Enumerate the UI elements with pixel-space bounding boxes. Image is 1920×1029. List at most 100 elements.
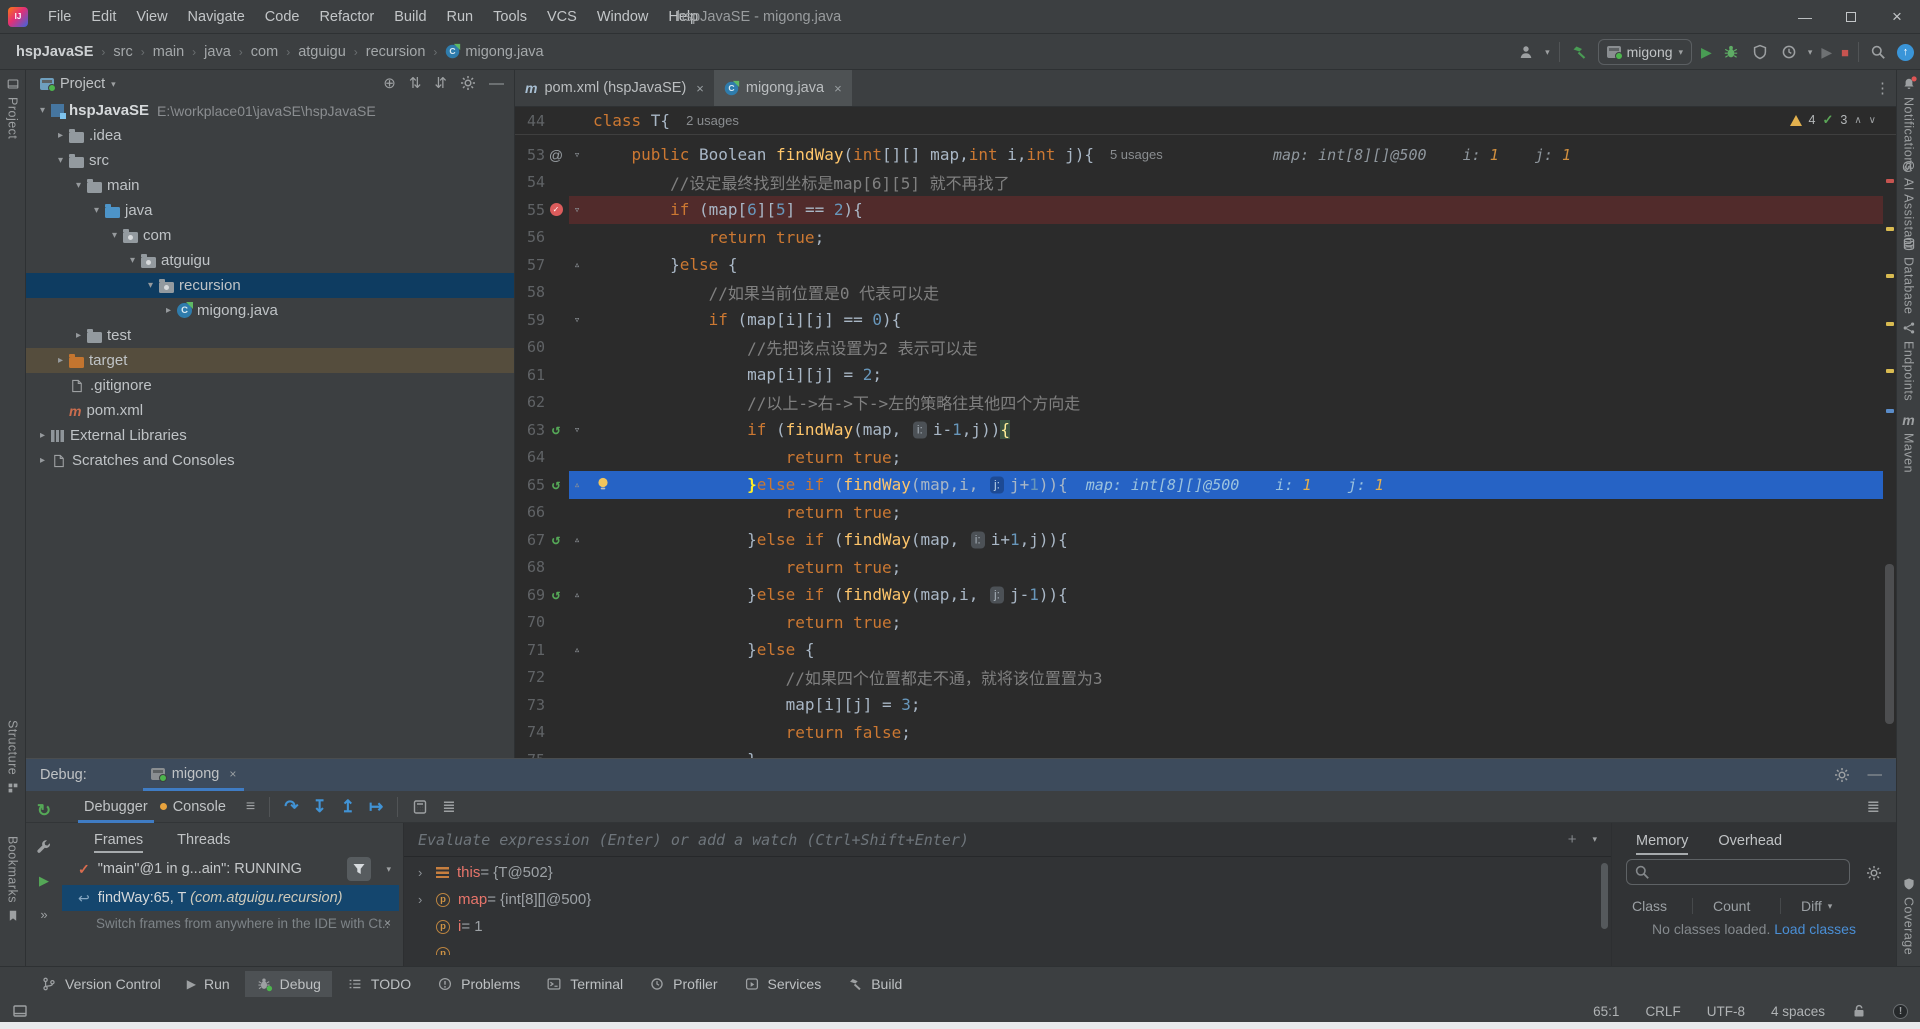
column-header-diff[interactable]: Diff▾	[1780, 898, 1896, 914]
line-number[interactable]: 60	[515, 338, 545, 356]
menu-window[interactable]: Window	[587, 0, 659, 34]
tree-row-atguigu[interactable]: ▾atguigu	[26, 248, 514, 273]
fold-up-icon[interactable]: ▵	[567, 258, 587, 271]
code-line-65[interactable]: 65↺▵ }else if (findWay(map,i, j:j+1)){ma…	[515, 471, 1896, 499]
line-number[interactable]: 69	[515, 586, 545, 604]
fold-down-icon[interactable]: ▿	[567, 423, 587, 436]
error-stripe-mark[interactable]	[1886, 322, 1894, 326]
stop-button[interactable]: ■	[1841, 45, 1849, 60]
prev-issue-icon[interactable]: ∧	[1854, 115, 1861, 126]
line-number[interactable]: 57	[515, 256, 545, 274]
line-number[interactable]: 72	[515, 668, 545, 686]
code-line-69[interactable]: 69↺▵ }else if (findWay(map,i, j:j-1)){	[515, 581, 1896, 609]
caret-position[interactable]: 65:1	[1593, 1004, 1619, 1019]
line-number[interactable]: 64	[515, 448, 545, 466]
toolwindow-button-problems[interactable]: Problems	[426, 971, 531, 997]
tab-threads[interactable]: Threads	[177, 832, 230, 853]
next-issue-icon[interactable]: ∨	[1869, 115, 1876, 126]
code-line-63[interactable]: 63↺▿ if (findWay(map, i:i-1,j)){	[515, 416, 1896, 444]
breadcrumb-item[interactable]: main	[153, 44, 184, 60]
code-line-70[interactable]: 70 return true;	[515, 609, 1896, 637]
line-number[interactable]: 74	[515, 723, 545, 741]
menu-edit[interactable]: Edit	[81, 0, 126, 34]
tree-row-com[interactable]: ▾com	[26, 223, 514, 248]
collapse-all-icon[interactable]: ⇵	[434, 74, 447, 92]
tree-row-hspjavase[interactable]: ▾hspJavaSEE:\workplace01\javaSE\hspJavaS…	[26, 98, 514, 123]
sidebar-item-coverage[interactable]: Coverage	[1897, 876, 1920, 955]
code-line-71[interactable]: 71▵ }else {	[515, 636, 1896, 664]
editor-tab-pom.xml[interactable]: mpom.xml (hspJavaSE)×	[515, 70, 714, 106]
tab-options-icon[interactable]: ⋮	[1875, 79, 1890, 97]
step-out-icon[interactable]: ↥	[341, 797, 355, 817]
breadcrumb-item[interactable]: Cmigong.java	[445, 44, 543, 60]
chevron-right-icon[interactable]: ▸	[34, 455, 51, 466]
tree-row-main[interactable]: ▾main	[26, 173, 514, 198]
thread-dropdown-icon[interactable]: ▾	[386, 864, 391, 875]
close-icon[interactable]: ×	[229, 767, 236, 781]
rerun-icon[interactable]: ↻	[37, 801, 51, 821]
code-line-62[interactable]: 62 //以上->右->下->左的策略往其他四个方向走	[515, 389, 1896, 417]
tab-memory[interactable]: Memory	[1636, 833, 1688, 855]
run-button[interactable]: ▶	[1701, 44, 1712, 61]
build-hammer-icon[interactable]	[1569, 42, 1589, 62]
line-number[interactable]: 58	[515, 283, 545, 301]
code-line-67[interactable]: 67↺▵ }else if (findWay(map, i:i+1,j)){	[515, 526, 1896, 554]
code-line-72[interactable]: 72 //如果四个位置都走不通，就将该位置置为3	[515, 664, 1896, 692]
line-number[interactable]: 56	[515, 228, 545, 246]
code-line-75[interactable]: 75▵ }	[515, 746, 1896, 758]
error-stripe-mark[interactable]	[1886, 227, 1894, 231]
code-line-73[interactable]: 73 map[i][j] = 3;	[515, 691, 1896, 719]
toolwindow-button-services[interactable]: Services	[733, 971, 833, 997]
run-configuration-select[interactable]: migong ▾	[1598, 39, 1692, 65]
line-number[interactable]: 55	[515, 201, 545, 219]
tree-row-scratches-and-consoles[interactable]: ▸Scratches and Consoles	[26, 448, 514, 473]
error-stripe-mark[interactable]	[1886, 369, 1894, 373]
breadcrumb-item[interactable]: atguigu	[298, 44, 346, 60]
chevron-down-icon[interactable]: ▾	[34, 105, 51, 116]
memory-search-input[interactable]	[1655, 864, 1795, 880]
filter-funnel-icon[interactable]	[347, 857, 371, 881]
coverage-button[interactable]	[1750, 42, 1770, 62]
code-line-61[interactable]: 61 map[i][j] = 2;	[515, 361, 1896, 389]
evaluate-expression-icon[interactable]	[412, 799, 428, 815]
tree-row-target[interactable]: ▸target	[26, 348, 514, 373]
tree-row-external-libraries[interactable]: ▸External Libraries	[26, 423, 514, 448]
close-icon[interactable]: ×	[696, 81, 704, 96]
code-line-53[interactable]: 53@▿ public Boolean findWay(int[][] map,…	[515, 141, 1896, 169]
chevron-right-icon[interactable]: ▸	[52, 130, 69, 141]
toolwindow-button-build[interactable]: Build	[836, 971, 913, 997]
hide-panel-icon[interactable]: —	[1868, 767, 1883, 783]
line-number[interactable]: 66	[515, 503, 545, 521]
chevron-down-icon[interactable]: ▾	[106, 230, 123, 241]
minimize-button[interactable]: —	[1782, 0, 1828, 34]
editor-scrollbar[interactable]	[1885, 564, 1894, 724]
indent-setting[interactable]: 4 spaces	[1771, 1004, 1825, 1019]
user-dropdown-icon[interactable]: ▾	[1545, 47, 1550, 58]
expand-all-icon[interactable]: ⇅	[409, 74, 422, 92]
line-number[interactable]: 59	[515, 311, 545, 329]
memory-search-field[interactable]	[1626, 859, 1850, 885]
maximize-button[interactable]	[1828, 0, 1874, 34]
chevron-down-icon[interactable]: ▾	[52, 155, 69, 166]
code-line-54[interactable]: 54 //设定最终找到坐标是map[6][5] 就不再找了	[515, 169, 1896, 197]
line-ending[interactable]: CRLF	[1645, 1004, 1680, 1019]
tree-row-.idea[interactable]: ▸.idea	[26, 123, 514, 148]
more-actions-icon[interactable]: »	[40, 907, 47, 922]
menu-tools[interactable]: Tools	[483, 0, 537, 34]
line-number[interactable]: 53	[515, 146, 545, 164]
variable-row-i[interactable]: pi = 1	[404, 913, 1601, 940]
chevron-right-icon[interactable]: ▸	[70, 330, 87, 341]
tab-overhead[interactable]: Overhead	[1718, 833, 1782, 855]
profiler-dropdown-icon[interactable]: ▾	[1808, 47, 1813, 58]
file-encoding[interactable]: UTF-8	[1707, 1004, 1745, 1019]
variables-scrollbar[interactable]	[1601, 863, 1608, 929]
tree-row-.gitignore[interactable]: .gitignore	[26, 373, 514, 398]
tab-debugger[interactable]: Debugger	[78, 791, 154, 823]
menu-code[interactable]: Code	[255, 0, 310, 34]
chevron-right-icon[interactable]: ▸	[34, 430, 51, 441]
chevron-down-icon[interactable]: ▾	[70, 180, 87, 191]
editor-tab-migong.java[interactable]: Cmigong.java×	[714, 70, 852, 106]
code-line-60[interactable]: 60 //先把该点设置为2 表示可以走	[515, 334, 1896, 362]
layout-settings-icon[interactable]: ≣	[442, 797, 455, 817]
menu-navigate[interactable]: Navigate	[178, 0, 255, 34]
